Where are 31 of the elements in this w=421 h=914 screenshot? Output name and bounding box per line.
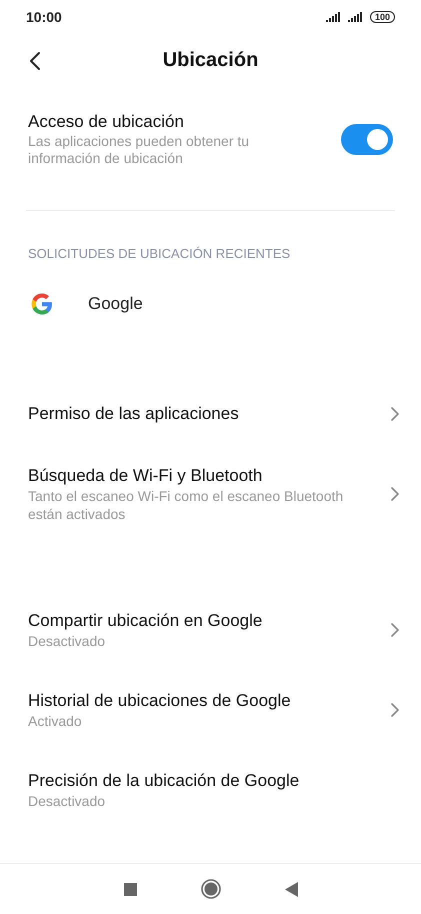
settings-row[interactable]: Historial de ubicaciones de Google Activado: [0, 670, 421, 750]
chevron-right-icon: [391, 703, 399, 717]
setting-title: Búsqueda de Wi-Fi y Bluetooth: [28, 465, 264, 487]
setting-title: Historial de ubicaciones de Google: [28, 690, 292, 712]
setting-description: Desactivado: [28, 632, 106, 650]
setting-description: Desactivado: [28, 792, 106, 810]
status-time: 10:00: [26, 9, 62, 25]
recents-icon[interactable]: [124, 882, 136, 896]
signal-icon: [348, 12, 364, 22]
setting-description: Tanto el escaneo Wi-Fi como el escaneo Bluetooth están activados: [28, 487, 344, 523]
back-icon[interactable]: [284, 882, 298, 896]
settings-row[interactable]: Permiso de las aplicaciones: [0, 383, 421, 445]
setting-description: Las aplicaciones pueden obtener tu información de ubicación: [28, 133, 250, 167]
settings-row[interactable]: Búsqueda de Wi-Fi y Bluetooth Tanto el escaneo Wi-Fi como el escaneo Bluetooth están activados: [0, 445, 421, 543]
settings-row[interactable]: Precisión de la ubicación de Google Desactivado: [0, 750, 421, 830]
setting-title: Precisión de la ubicación de Google: [28, 770, 300, 792]
chevron-right-icon: [391, 487, 399, 501]
chevron-right-icon: [391, 407, 399, 421]
settings-row[interactable]: Compartir ubicación en Google Desactivado: [0, 590, 421, 670]
app-name: Google: [88, 294, 143, 314]
page-title: Ubicación: [162, 48, 258, 72]
setting-description: Activado: [28, 712, 83, 730]
battery-indicator: 100: [370, 11, 395, 23]
setting-title: Compartir ubicación en Google: [28, 610, 264, 632]
home-icon[interactable]: [200, 879, 220, 899]
section-heading: SOLICITUDES DE UBICACIÓN RECIENTES: [28, 247, 292, 261]
toggle-switch[interactable]: [341, 124, 393, 154]
signal-icon: [326, 12, 342, 22]
setting-title: Permiso de las aplicaciones: [28, 403, 240, 425]
chevron-right-icon: [391, 623, 399, 637]
setting-title: Acceso de ubicación: [28, 111, 185, 133]
